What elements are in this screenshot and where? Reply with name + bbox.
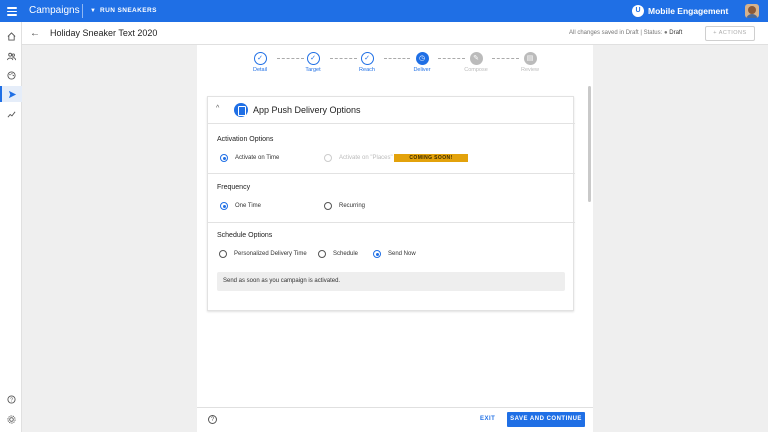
status-badge: Draft — [669, 30, 683, 36]
radio-icon — [220, 154, 228, 162]
radio-activate-on-places: Activate on "Places" — [324, 154, 393, 162]
radio-icon — [318, 250, 326, 258]
chevron-up-icon[interactable]: ^ — [216, 105, 219, 112]
step-label: Review — [520, 67, 540, 73]
radio-schedule[interactable]: Schedule — [318, 250, 358, 258]
audience-icon[interactable] — [0, 48, 22, 64]
radio-icon — [373, 250, 381, 258]
palette-icon[interactable] — [0, 67, 22, 83]
check-icon: ✓ — [306, 52, 320, 65]
radio-label: Send Now — [388, 251, 416, 257]
left-rail: ? — [0, 22, 22, 432]
save-and-continue-button[interactable]: SAVE AND CONTINUE — [507, 412, 585, 427]
step-label: Compose — [464, 67, 488, 73]
svg-text:?: ? — [10, 397, 13, 403]
radio-activate-on-time[interactable]: Activate on Time — [220, 154, 279, 162]
step-deliver[interactable]: ◷ Deliver — [402, 52, 442, 73]
radio-recurring[interactable]: Recurring — [324, 202, 365, 210]
arrow-left-icon[interactable]: ← — [30, 28, 40, 39]
step-detail[interactable]: ✓ Detail — [240, 52, 280, 73]
progress-stepper: ✓ Detail ✓ Target ✓ Reach ◷ Deliver ✎ Co… — [197, 45, 593, 78]
actions-label: ACTIONS — [718, 30, 747, 36]
delivery-options-card: ^ App Push Delivery Options Activation O… — [207, 96, 575, 311]
check-icon: ✓ — [253, 52, 267, 65]
radio-send-now[interactable]: Send Now — [373, 250, 416, 258]
step-label: Deliver — [413, 67, 431, 73]
card-title: App Push Delivery Options — [253, 105, 361, 115]
radio-label: One Time — [235, 203, 262, 209]
divider — [208, 173, 575, 174]
exit-button[interactable]: EXIT — [480, 416, 495, 422]
send-now-info: Send as soon as you campaign is activate… — [217, 272, 565, 291]
settings-icon[interactable] — [0, 412, 22, 426]
step-review: ▤ Review — [510, 52, 550, 73]
help-icon[interactable]: ? — [208, 415, 217, 424]
save-status-text: All changes saved in Draft — [569, 30, 639, 36]
pencil-icon: ✎ — [469, 52, 483, 65]
radio-label: Schedule — [333, 251, 359, 257]
menu-icon[interactable] — [6, 5, 18, 17]
document-icon: ▤ — [523, 52, 537, 65]
divider — [82, 4, 83, 18]
radio-label: Recurring — [339, 203, 366, 209]
app-title: Campaigns — [29, 5, 80, 16]
check-icon: ✓ — [360, 52, 374, 65]
help-icon[interactable]: ? — [0, 392, 22, 406]
actions-button[interactable]: + ACTIONS — [705, 26, 755, 41]
clock-icon: ◷ — [415, 52, 429, 65]
step-label: Reach — [359, 67, 375, 73]
app-push-icon — [234, 103, 248, 117]
radio-icon — [324, 154, 332, 162]
radio-label: Activate on Time — [235, 155, 280, 161]
section-title: Frequency — [217, 184, 251, 191]
section-title: Schedule Options — [217, 232, 273, 239]
radio-one-time[interactable]: One Time — [220, 202, 261, 210]
section-title: Activation Options — [217, 136, 274, 143]
radio-icon — [324, 202, 332, 210]
brand-name: Mobile Engagement — [648, 6, 729, 16]
radio-personalized-delivery-time[interactable]: Personalized Delivery Time — [219, 250, 307, 258]
brand-logo-icon: U — [632, 5, 644, 17]
page-title: Holiday Sneaker Text 2020 — [50, 28, 158, 38]
campaign-selector[interactable]: RUN SNEAKERS — [100, 7, 157, 14]
step-compose: ✎ Compose — [456, 52, 496, 73]
step-reach[interactable]: ✓ Reach — [347, 52, 387, 73]
divider — [208, 222, 575, 223]
step-target[interactable]: ✓ Target — [293, 52, 333, 73]
radio-label: Personalized Delivery Time — [234, 251, 307, 257]
top-bar: Campaigns ▼ RUN SNEAKERS U Mobile Engage… — [0, 0, 768, 22]
step-label: Detail — [252, 67, 268, 73]
scrollbar[interactable] — [588, 86, 591, 202]
card-header[interactable]: ^ App Push Delivery Options — [208, 97, 575, 124]
radio-icon — [219, 250, 227, 258]
chevron-down-icon[interactable]: ▼ — [90, 8, 96, 14]
send-icon[interactable] — [0, 86, 22, 102]
footer-bar: ? EXIT SAVE AND CONTINUE — [197, 407, 593, 432]
step-label: Target — [305, 67, 321, 73]
radio-label: Activate on "Places" — [339, 155, 393, 161]
save-status: All changes saved in Draft | Status: ● D… — [569, 30, 683, 36]
status-label: Status: — [643, 30, 663, 36]
analytics-icon[interactable] — [0, 106, 22, 122]
coming-soon-badge: COMING SOON! — [394, 154, 468, 162]
page-header: ← Holiday Sneaker Text 2020 All changes … — [22, 22, 768, 45]
avatar[interactable] — [745, 4, 759, 18]
home-icon[interactable] — [0, 28, 22, 44]
radio-icon — [220, 202, 228, 210]
